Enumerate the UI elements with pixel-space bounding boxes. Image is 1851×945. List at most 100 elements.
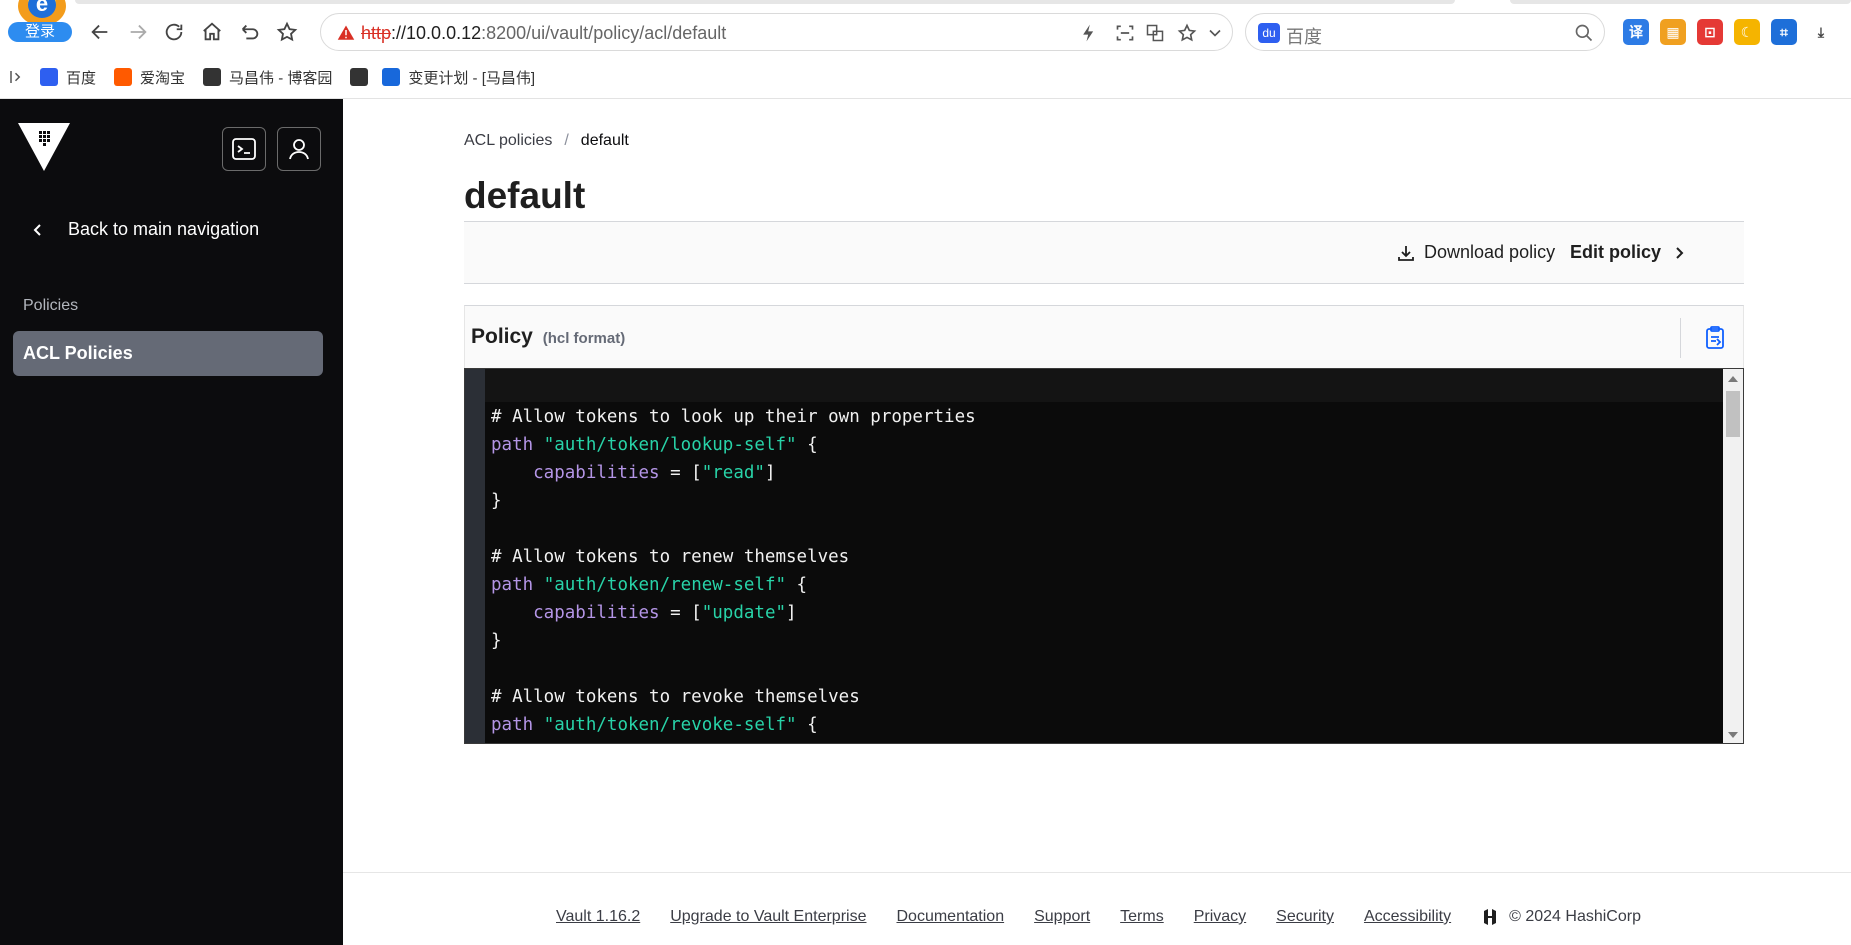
footer-link[interactable]: Terms — [1120, 908, 1164, 926]
editor-active-line — [485, 369, 1723, 402]
policy-title-text: Policy — [471, 325, 533, 348]
undo-button[interactable] — [236, 18, 264, 46]
code-token: { — [796, 435, 818, 455]
search-box[interactable]: du 百度 — [1245, 13, 1605, 51]
home-button[interactable] — [198, 18, 226, 46]
arrow-right-icon — [130, 24, 147, 40]
footer-link[interactable]: Upgrade to Vault Enterprise — [670, 908, 866, 926]
search-icon[interactable] — [1574, 23, 1594, 43]
code-line: path "auth/token/lookup-self" { — [491, 431, 976, 459]
bookmark-item[interactable] — [350, 68, 376, 86]
url-host: ://10.0.0.12 — [391, 23, 482, 43]
breadcrumb-separator: / — [564, 132, 569, 149]
bookmark-item[interactable]: 变更计划 - [马昌伟] — [382, 67, 535, 88]
scroll-down-arrow[interactable] — [1728, 732, 1738, 738]
code-line: path "auth/token/revoke-self" { — [491, 711, 976, 739]
chevron-right-icon — [1676, 246, 1684, 259]
terminal-icon — [232, 138, 256, 160]
baidu-icon — [40, 68, 58, 86]
apps-icon[interactable]: ▦ — [1660, 19, 1686, 45]
policy-format-label: (hcl format) — [542, 330, 626, 347]
translate-icon[interactable]: 译 — [1623, 19, 1649, 45]
code-token: "auth/token/lookup-self" — [543, 435, 797, 455]
code-line: } — [491, 627, 976, 655]
sidebar-item-acl-policies[interactable]: ACL Policies — [13, 331, 323, 376]
code-line: # Allow tokens to revoke themselves — [491, 683, 976, 711]
footer-link[interactable]: Documentation — [896, 908, 1004, 926]
sidebar-toggle-icon[interactable] — [8, 68, 26, 86]
crop-icon[interactable]: ⌗ — [1771, 19, 1797, 45]
editor-gutter — [465, 369, 485, 743]
address-bar[interactable]: http://10.0.0.12:8200/ui/vault/policy/ac… — [320, 13, 1233, 51]
pdf-icon[interactable]: ⊡ — [1697, 19, 1723, 45]
cnblogs-icon — [350, 68, 369, 86]
breadcrumb: ACL policies / default — [464, 132, 629, 150]
confluence-icon — [382, 68, 401, 86]
screenshot-icon[interactable] — [1115, 23, 1135, 43]
bookmark-item[interactable]: 百度 — [40, 67, 96, 88]
footer-link[interactable]: Privacy — [1194, 908, 1246, 926]
footer-link[interactable]: Support — [1034, 908, 1090, 926]
bookmark-label: 百度 — [66, 69, 97, 87]
code-token: # Allow tokens to revoke themselves — [491, 687, 860, 707]
bookmark-item[interactable]: 爱淘宝 — [114, 67, 185, 88]
code-token: # Allow tokens to renew themselves — [491, 547, 850, 567]
scroll-up-arrow[interactable] — [1728, 376, 1738, 382]
lightning-icon[interactable] — [1079, 23, 1099, 43]
code-token: "update" — [701, 603, 787, 623]
insecure-warning-icon — [337, 25, 355, 40]
policy-header: Policy (hcl format) — [464, 305, 1744, 368]
bookmark-label: 爱淘宝 — [140, 69, 186, 87]
bookmarks-bar: 百度 爱淘宝 马昌伟 - 博客园 变更计划 - [马昌伟] — [0, 62, 1851, 92]
bookmark-star-button[interactable] — [273, 18, 301, 46]
reload-button[interactable] — [160, 18, 188, 46]
hashicorp-logo-icon — [1484, 909, 1497, 925]
code-token: = [ — [659, 603, 702, 623]
undo-icon — [242, 24, 259, 40]
favorite-star-icon[interactable] — [1177, 23, 1197, 43]
footer-link[interactable]: Security — [1276, 908, 1334, 926]
scroll-thumb[interactable] — [1726, 391, 1740, 437]
download-policy-button[interactable]: Download policy — [1396, 242, 1555, 263]
back-to-main-nav[interactable]: Back to main navigation — [28, 219, 259, 240]
forward-button[interactable] — [124, 18, 152, 46]
code-content[interactable]: # Allow tokens to look up their own prop… — [491, 403, 976, 739]
back-button[interactable] — [86, 18, 114, 46]
footer-link[interactable]: Vault 1.16.2 — [556, 908, 640, 926]
bookmark-label: 变更计划 - [马昌伟] — [408, 69, 536, 87]
browser-logo[interactable]: e 登录 — [8, 0, 72, 44]
login-button[interactable]: 登录 — [8, 22, 72, 42]
code-line: # Allow tokens to renew themselves — [491, 543, 976, 571]
code-token: path — [491, 575, 544, 595]
translate-page-icon[interactable] — [1145, 23, 1165, 43]
code-token: "auth/token/renew-self" — [543, 575, 787, 595]
url-text[interactable]: http://10.0.0.12:8200/ui/vault/policy/ac… — [361, 23, 726, 44]
download-icon — [1398, 245, 1414, 261]
footer-link[interactable]: Accessibility — [1364, 908, 1451, 926]
user-icon — [289, 139, 309, 160]
copy-clipboard-icon[interactable] — [1703, 325, 1727, 351]
download-icon[interactable]: ⤓ — [1808, 19, 1834, 45]
url-scheme: http — [361, 23, 392, 43]
back-nav-label: Back to main navigation — [68, 219, 260, 239]
moon-icon[interactable]: ☾ — [1734, 19, 1760, 45]
user-menu-button[interactable] — [277, 127, 321, 171]
bookmark-item[interactable]: 马昌伟 - 博客园 — [203, 67, 332, 88]
vault-logo-icon[interactable] — [18, 123, 70, 171]
edit-policy-button[interactable]: Edit policy — [1570, 242, 1687, 263]
code-line: path "auth/token/renew-self" { — [491, 571, 976, 599]
console-button[interactable] — [222, 127, 266, 171]
code-token: "auth/token/revoke-self" — [543, 715, 797, 735]
copyright: © 2024 HashiCorp — [1509, 908, 1641, 925]
bookmarks-list: 百度 爱淘宝 马昌伟 - 博客园 变更计划 - [马昌伟] — [40, 67, 553, 88]
arrow-left-icon — [91, 24, 108, 40]
code-line: capabilities = ["update"] — [491, 599, 976, 627]
breadcrumb-acl-policies[interactable]: ACL policies — [464, 132, 552, 150]
chevron-down-icon[interactable] — [1205, 23, 1225, 43]
chevron-left-icon — [33, 223, 41, 236]
tab-strip-right — [1510, 0, 1851, 4]
policy-code-editor[interactable]: # Allow tokens to look up their own prop… — [464, 368, 1744, 744]
editor-scrollbar[interactable] — [1723, 369, 1743, 743]
footer: Vault 1.16.2 Upgrade to Vault Enterprise D… — [343, 872, 1851, 945]
